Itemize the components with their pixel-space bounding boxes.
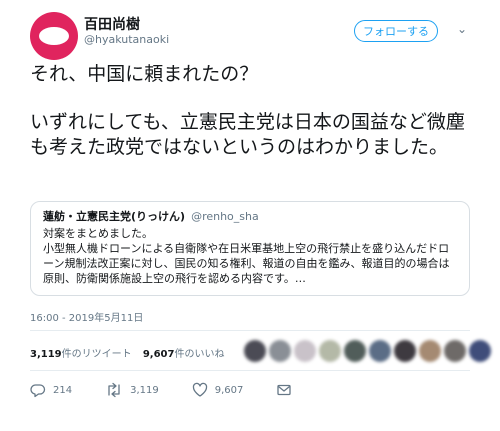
likes-count: 9,607 (142, 349, 175, 360)
engagement-stats: 3,119件のリツイート 9,607件のいいね (30, 345, 224, 360)
retweets-stat[interactable]: 3,119件のリツイート (30, 349, 132, 360)
reply-count: 214 (53, 384, 73, 396)
reply-icon (30, 384, 46, 398)
quoted-tweet[interactable]: 蓮舫・立憲民主党(りっけん) @renho_sha 対案をまとめました。 小型無人… (30, 201, 470, 296)
dm-icon (277, 384, 292, 396)
liker-avatar[interactable] (419, 340, 441, 362)
likes-label: 件のいいね (174, 349, 225, 360)
liker-avatar[interactable] (469, 340, 491, 362)
chevron-down-icon[interactable]: ⌄ (457, 22, 467, 36)
quoted-author-name: 蓮舫・立憲民主党(りっけん) (43, 210, 186, 223)
liker-avatar[interactable] (294, 340, 316, 362)
quoted-text-line-1: 対案をまとめました。 (43, 227, 153, 240)
action-bar: 214 3,119 9,607 (30, 380, 292, 400)
follow-button[interactable]: フォローする (354, 20, 438, 42)
liker-avatar[interactable] (319, 340, 341, 362)
divider (30, 370, 470, 371)
avatar[interactable] (30, 12, 78, 60)
reply-action[interactable]: 214 (30, 382, 72, 398)
user-handle[interactable]: @hyakutanaoki (84, 33, 169, 46)
retweets-label: 件のリツイート (61, 349, 132, 360)
tweet-line-2: いずれにしても、立憲民主党は日本の国益など微塵も考えた政党ではないというのはわか… (30, 111, 465, 158)
liker-avatar[interactable] (269, 340, 291, 362)
liker-avatar[interactable] (394, 340, 416, 362)
divider (30, 330, 470, 331)
like-count: 9,607 (214, 384, 244, 396)
liker-avatar[interactable] (444, 340, 466, 362)
likes-stat[interactable]: 9,607件のいいね (143, 349, 225, 360)
liker-avatar[interactable] (369, 340, 391, 362)
quoted-text-body: 小型無人機ドローンによる自衛隊や在日米軍基地上空の飛行禁止を盛り込んだドローン規… (43, 242, 450, 285)
timestamp[interactable]: 16:00 - 2019年5月11日 (30, 309, 143, 324)
like-action[interactable]: 9,607 (192, 382, 244, 398)
retweet-icon (108, 382, 120, 398)
like-icon (192, 382, 207, 397)
retweet-count: 3,119 (130, 384, 159, 396)
retweets-count: 3,119 (30, 349, 62, 360)
tweet-line-1: それ、中国に頼まれたの？ (30, 63, 259, 85)
liker-avatar[interactable] (344, 340, 366, 362)
quoted-author-handle: @renho_sha (191, 210, 259, 223)
display-name[interactable]: 百田尚樹 (84, 14, 140, 34)
dm-action[interactable] (276, 382, 292, 398)
liker-avatars (244, 340, 494, 364)
retweet-action[interactable]: 3,119 (105, 382, 159, 398)
liker-avatar[interactable] (244, 340, 266, 362)
tweet-text: それ、中国に頼まれたの？ いずれにしても、立憲民主党は日本の国益など微塵も考えた… (30, 62, 482, 160)
